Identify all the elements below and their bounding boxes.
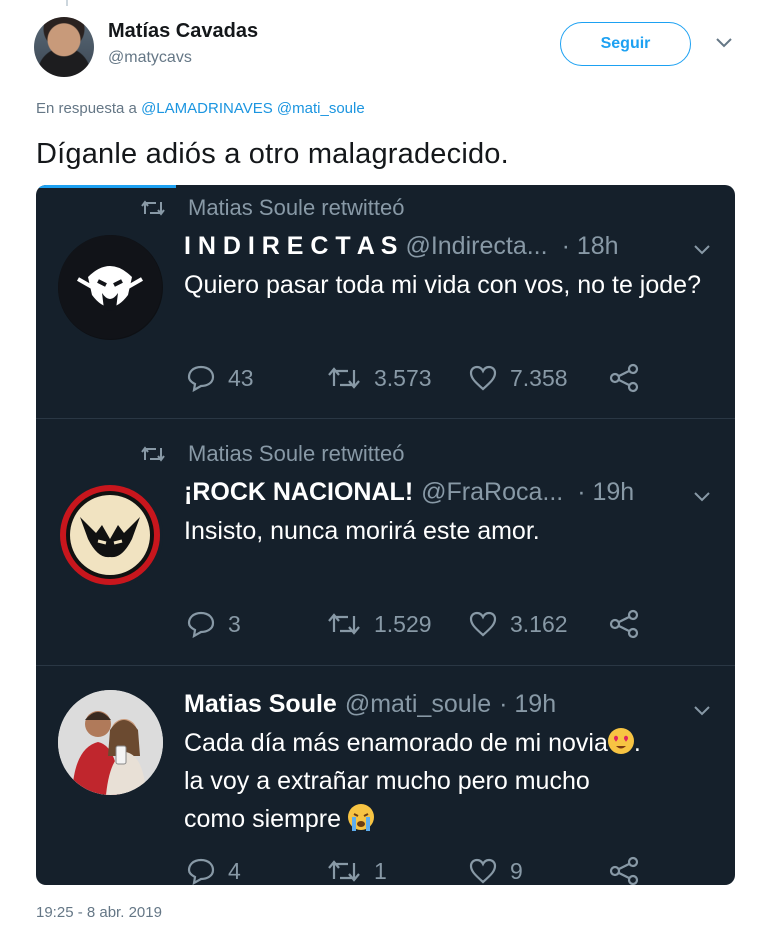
embedded-tweet[interactable]: Matias Soule retwitteó ¡ROCK NACIONAL! @… [36, 419, 735, 666]
chevron-down-icon[interactable] [714, 36, 734, 50]
retweet-icon [328, 367, 360, 389]
share-icon [609, 363, 639, 393]
tweet-body-text: como siempre [184, 805, 341, 833]
reply-icon [187, 858, 215, 885]
like-count: 9 [510, 857, 523, 884]
retweet-icon [141, 200, 165, 216]
tweet-text: Díganle adiós a otro malagradecido. [36, 138, 509, 170]
reply-action[interactable]: 3 [186, 610, 326, 638]
retweet-count: 1.529 [374, 610, 432, 637]
like-action[interactable]: 9 [468, 857, 608, 885]
tweet-author-name[interactable]: I N D I R E C T A S [184, 232, 397, 261]
tweet-actions: 43 3.573 7.358 [186, 363, 640, 393]
retweeted-by-label: Matias Soule retwitteó [188, 195, 405, 220]
retweet-context: Matias Soule retwitteó [140, 441, 404, 467]
tweet-body: Insisto, nunca morirá este amor. [184, 517, 540, 545]
like-action[interactable]: 3.162 [468, 610, 608, 638]
tweet-author-handle[interactable]: @Indirecta... [405, 232, 547, 261]
tweet-time[interactable]: · 18h [562, 232, 619, 261]
reply-count: 4 [228, 857, 241, 884]
tweet-body-line: Cada día más enamorado de mi novia . [184, 728, 641, 757]
tweet-body-line: como siempre [184, 800, 714, 838]
rock-nacional-avatar[interactable] [58, 483, 163, 588]
heart-icon [469, 858, 497, 884]
share-action[interactable] [608, 609, 640, 639]
tweet-time[interactable]: · 19h [577, 478, 634, 507]
heart-eyes-cat-emoji [607, 728, 634, 754]
heart-icon [469, 611, 497, 637]
retweet-count: 1 [374, 857, 387, 884]
tweet-author-line: ¡ROCK NACIONAL! @FraRoca... · 19h [184, 478, 634, 507]
indirectas-avatar[interactable] [58, 235, 163, 340]
photo-icon [58, 690, 163, 795]
mati-soule-avatar[interactable] [58, 690, 163, 795]
tweet-timestamp[interactable]: 19:25 - 8 abr. 2019 [36, 904, 162, 921]
reply-prefix: En respuesta a [36, 100, 137, 117]
reply-count: 3 [228, 610, 241, 637]
chevron-down-icon[interactable] [691, 490, 713, 504]
tweet-author-name[interactable]: Matias Soule [184, 690, 337, 719]
tweet-actions: 3 1.529 3.162 [186, 609, 640, 639]
retweet-action[interactable]: 1 [326, 858, 468, 885]
tweet-body: Cada día más enamorado de mi novia . la … [184, 724, 714, 838]
retweet-context: Matias Soule retwitteó [140, 195, 404, 221]
author-name[interactable]: Matías Cavadas [108, 20, 258, 43]
tweet-author-handle[interactable]: @mati_soule [345, 690, 491, 719]
tweet-body: Quiero pasar toda mi vida con vos, no te… [184, 271, 701, 299]
retweet-action[interactable]: 3.573 [326, 365, 468, 392]
tweet-body-line: la voy a extrañar mucho pero mucho [184, 767, 590, 795]
tweet-time[interactable]: · 19h [499, 690, 556, 719]
mention-link-lamadrinaves[interactable]: @LAMADRINAVES [141, 100, 273, 117]
retweet-count: 3.573 [374, 364, 432, 391]
author-avatar[interactable] [34, 17, 94, 77]
reply-action[interactable]: 43 [186, 364, 326, 392]
reply-action[interactable]: 4 [186, 857, 326, 885]
embedded-screenshot: Matias Soule retwitteó I N D I R E C T A… [36, 185, 735, 885]
embedded-tweet[interactable]: Matias Soule @mati_soule · 19h Cada día … [36, 666, 735, 885]
tweet-author-line: Matias Soule @mati_soule · 19h [184, 690, 556, 719]
tweet-actions: 4 1 9 [186, 856, 640, 885]
reply-icon [187, 365, 215, 392]
share-icon [609, 856, 639, 885]
chevron-down-icon[interactable] [691, 704, 713, 718]
tweet-body-text: Cada día más enamorado de mi novia [184, 729, 608, 757]
retweet-icon [328, 613, 360, 635]
chevron-down-icon[interactable] [691, 243, 713, 257]
retweeted-by-label: Matias Soule retwitteó [188, 441, 405, 466]
tweet-author-handle[interactable]: @FraRoca... [421, 478, 563, 507]
like-action[interactable]: 7.358 [468, 364, 608, 392]
follow-button[interactable]: Seguir [560, 22, 691, 66]
reply-icon [187, 611, 215, 638]
crying-face-emoji [347, 804, 374, 831]
logo-icon [58, 235, 162, 339]
like-count: 3.162 [510, 610, 568, 637]
share-action[interactable] [608, 856, 640, 885]
retweet-action[interactable]: 1.529 [326, 611, 468, 638]
tweet-author-name[interactable]: ¡ROCK NACIONAL! [184, 478, 413, 507]
share-action[interactable] [608, 363, 640, 393]
reply-count: 43 [228, 364, 254, 391]
like-count: 7.358 [510, 364, 568, 391]
retweet-icon [328, 860, 360, 882]
logo-icon [60, 485, 160, 585]
share-icon [609, 609, 639, 639]
author-handle[interactable]: @matycavs [108, 49, 192, 67]
tweet-author-line: I N D I R E C T A S @Indirecta... · 18h [184, 232, 619, 261]
retweet-icon [141, 446, 165, 462]
heart-icon [469, 365, 497, 391]
mention-link-mati-soule[interactable]: @mati_soule [277, 100, 365, 117]
tweet-header: Matías Cavadas @matycavs Seguir [0, 0, 770, 90]
embedded-tweet[interactable]: Matias Soule retwitteó I N D I R E C T A… [36, 185, 735, 419]
reply-context: En respuesta a @LAMADRINAVES @mati_soule [36, 100, 365, 117]
